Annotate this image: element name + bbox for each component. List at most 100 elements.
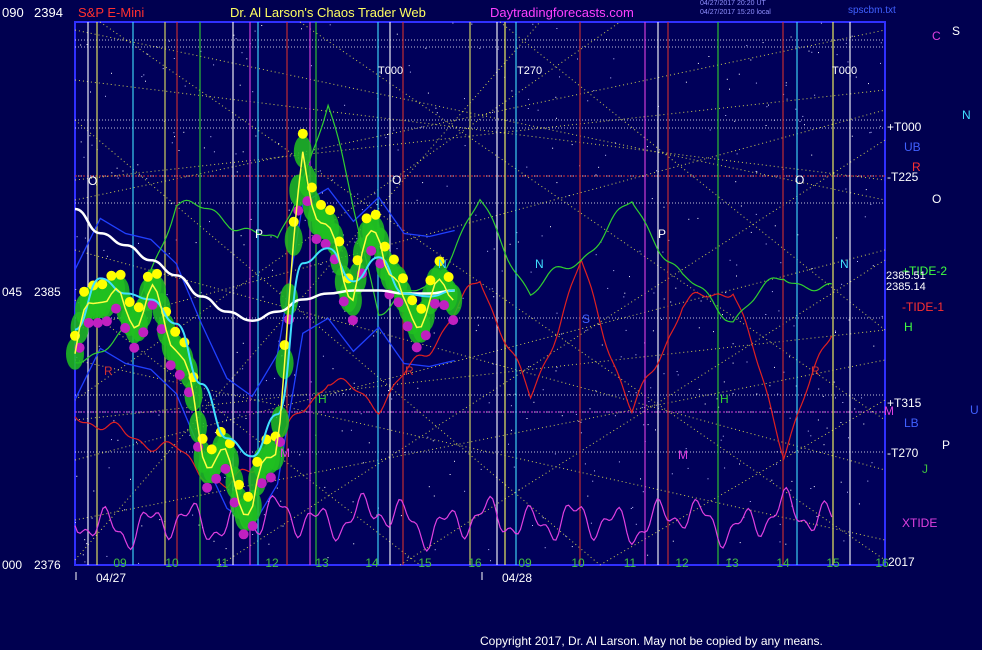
top-price-label: 2394	[34, 5, 63, 20]
star	[299, 454, 301, 456]
star	[425, 47, 427, 49]
star	[544, 547, 546, 549]
planet-marker: O	[392, 173, 401, 187]
top-t-label: T000	[378, 65, 403, 77]
star	[556, 367, 558, 369]
star	[762, 42, 764, 44]
star	[643, 424, 645, 426]
star	[625, 329, 627, 331]
star	[427, 436, 429, 438]
star	[635, 354, 637, 356]
star	[722, 435, 724, 437]
star	[511, 90, 513, 92]
star	[213, 540, 215, 542]
right-level-label: -TIDE-1	[902, 300, 944, 314]
price-high-dot	[133, 302, 144, 313]
star	[294, 374, 296, 376]
star	[642, 491, 644, 493]
star	[106, 555, 108, 557]
star	[826, 427, 828, 429]
planet-marker: P	[658, 227, 666, 241]
star	[765, 125, 767, 126]
star	[605, 154, 607, 156]
star	[528, 98, 530, 100]
star	[868, 83, 869, 85]
star	[488, 402, 490, 404]
star	[629, 276, 630, 278]
star	[672, 540, 674, 542]
star	[726, 78, 728, 80]
star	[746, 361, 748, 363]
star	[533, 401, 535, 403]
chart-canvas: 000 2376 045 2385 09 10 11 12 13 14 15 16 09 10 11 12 13…	[2, 21, 979, 585]
star	[810, 435, 812, 437]
price-low-dot	[439, 300, 450, 311]
star	[304, 219, 306, 221]
star	[653, 292, 655, 294]
star	[630, 508, 632, 509]
symbol-title: S&P E-Mini	[78, 5, 145, 20]
star	[843, 540, 845, 542]
star	[755, 82, 757, 84]
star	[195, 242, 197, 244]
star	[847, 61, 849, 63]
star	[561, 333, 563, 335]
right-level-label: N	[962, 108, 971, 122]
star	[652, 330, 654, 332]
star	[117, 177, 119, 179]
star	[571, 144, 573, 146]
star	[613, 58, 615, 60]
x-hour-label: 10	[165, 556, 179, 570]
price-high-dot	[443, 272, 454, 282]
star	[610, 77, 612, 79]
data-file-label: spscbm.txt	[848, 5, 896, 16]
star	[361, 209, 363, 211]
star	[734, 120, 736, 122]
star	[477, 324, 479, 326]
star	[108, 467, 110, 469]
star	[736, 275, 737, 277]
site-url[interactable]: Daytradingforecasts.com	[490, 5, 634, 20]
star	[765, 243, 767, 245]
star	[648, 401, 650, 402]
star	[651, 198, 653, 200]
star	[880, 42, 882, 44]
star	[332, 368, 334, 370]
star	[632, 506, 634, 508]
star	[808, 50, 810, 52]
price-high-dot	[398, 273, 408, 284]
planet-marker: H	[720, 392, 729, 406]
x-hour-label: 12	[265, 556, 279, 570]
price-low-dot	[120, 323, 131, 333]
price-low-dot	[211, 473, 222, 484]
right-level-label: UB	[904, 140, 921, 154]
star	[766, 106, 768, 108]
star	[526, 166, 528, 168]
price-high-dot	[325, 205, 336, 216]
price-low-dot	[311, 234, 322, 245]
star	[210, 136, 212, 138]
price-low-dot	[402, 321, 413, 332]
star	[749, 501, 751, 502]
star	[354, 241, 356, 243]
star	[357, 193, 359, 195]
star	[213, 151, 215, 153]
price-high-dot	[407, 295, 418, 306]
star	[517, 241, 519, 243]
y-tick-price: 2385	[34, 285, 61, 299]
star	[143, 74, 145, 76]
price-low-dot	[293, 205, 304, 216]
star	[799, 121, 801, 122]
star	[162, 68, 164, 70]
star	[178, 201, 180, 203]
star	[836, 237, 838, 239]
star	[556, 182, 558, 184]
star	[709, 129, 711, 131]
star	[391, 398, 393, 400]
star	[449, 474, 451, 475]
star	[344, 104, 346, 106]
star	[697, 62, 699, 64]
star	[501, 270, 503, 272]
star	[452, 22, 454, 24]
price-low-dot	[366, 245, 377, 256]
